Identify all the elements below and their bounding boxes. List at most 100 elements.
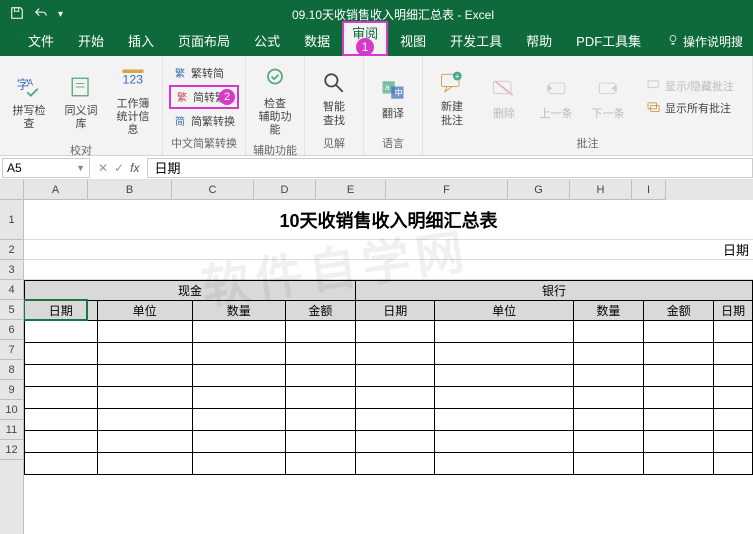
column-header-E[interactable]: E (316, 180, 386, 200)
column-label[interactable]: 日期 (25, 301, 98, 321)
cell[interactable] (644, 431, 714, 453)
cell[interactable] (714, 453, 753, 475)
cell[interactable] (97, 365, 192, 387)
column-label[interactable]: 日期 (714, 301, 753, 321)
row-header-5[interactable]: 5 (0, 300, 23, 320)
group-header-cash[interactable]: 现金 (25, 281, 356, 301)
traditional-to-simplified-button[interactable]: 繁繁转简 (169, 63, 239, 83)
cell[interactable] (356, 431, 435, 453)
cell[interactable] (192, 409, 285, 431)
save-icon[interactable] (10, 6, 24, 23)
cell[interactable] (25, 387, 98, 409)
cell[interactable] (285, 431, 355, 453)
row-3[interactable] (24, 260, 753, 280)
tab-help[interactable]: 帮助 (514, 25, 564, 56)
cell[interactable] (435, 343, 573, 365)
workbook-stats-button[interactable]: 123 工作簿 统计信息 (110, 60, 156, 140)
name-box[interactable]: A5 ▼ (2, 158, 90, 178)
cell[interactable] (573, 343, 643, 365)
cell[interactable] (285, 409, 355, 431)
column-header-D[interactable]: D (254, 180, 316, 200)
smart-lookup-button[interactable]: 智能 查找 (311, 63, 357, 129)
row-header-7[interactable]: 7 (0, 340, 23, 360)
column-label[interactable]: 日期 (356, 301, 435, 321)
translate-button[interactable]: a中 翻译 (370, 70, 416, 123)
cell[interactable] (192, 431, 285, 453)
column-label[interactable]: 数量 (573, 301, 643, 321)
cell[interactable] (714, 409, 753, 431)
cell[interactable] (573, 453, 643, 475)
cell[interactable] (435, 365, 573, 387)
tab-data[interactable]: 数据 (292, 25, 342, 56)
chevron-down-icon[interactable]: ▼ (76, 163, 85, 173)
column-header-C[interactable]: C (172, 180, 254, 200)
tab-view[interactable]: 视图 (388, 25, 438, 56)
show-hide-comment-button[interactable]: 显示/隐藏批注 (643, 76, 738, 96)
group-header-bank[interactable]: 银行 (356, 281, 753, 301)
cell[interactable] (356, 387, 435, 409)
row-header-8[interactable]: 8 (0, 360, 23, 380)
chinese-convert-custom-button[interactable]: 简简繁转换 (169, 111, 239, 131)
undo-icon[interactable] (34, 6, 48, 23)
cell[interactable] (573, 387, 643, 409)
row-2[interactable]: 日期 (24, 240, 753, 260)
tab-developer[interactable]: 开发工具 (438, 25, 514, 56)
row-header-6[interactable]: 6 (0, 320, 23, 340)
tab-pdf-tools[interactable]: PDF工具集 (564, 25, 653, 56)
fx-icon[interactable]: fx (130, 161, 139, 175)
cell[interactable] (285, 343, 355, 365)
formula-bar[interactable]: 日期 (147, 158, 753, 178)
column-label[interactable]: 金额 (644, 301, 714, 321)
tab-review[interactable]: 审阅 (342, 21, 388, 56)
row-header-10[interactable]: 10 (0, 400, 23, 420)
cell[interactable] (573, 321, 643, 343)
row-header-12[interactable]: 12 (0, 440, 23, 460)
cell[interactable] (435, 321, 573, 343)
column-label[interactable]: 单位 (435, 301, 573, 321)
cell[interactable] (573, 431, 643, 453)
select-all-corner[interactable] (0, 180, 24, 200)
cell[interactable] (97, 387, 192, 409)
tab-insert[interactable]: 插入 (116, 25, 166, 56)
cell[interactable] (25, 343, 98, 365)
cell[interactable] (25, 321, 98, 343)
check-accessibility-button[interactable]: 检查 辅助功能 (252, 60, 298, 140)
cell[interactable] (192, 453, 285, 475)
cell[interactable] (285, 321, 355, 343)
cell[interactable] (714, 387, 753, 409)
cell[interactable] (573, 409, 643, 431)
row-header-1[interactable]: 1 (0, 200, 23, 240)
row-header-3[interactable]: 3 (0, 260, 23, 280)
tab-file[interactable]: 文件 (16, 25, 66, 56)
cell[interactable] (97, 343, 192, 365)
cell[interactable] (97, 431, 192, 453)
cell[interactable] (644, 321, 714, 343)
cell[interactable] (356, 343, 435, 365)
row-header-9[interactable]: 9 (0, 380, 23, 400)
cell[interactable] (285, 453, 355, 475)
show-all-comments-button[interactable]: 显示所有批注 (643, 98, 738, 118)
sheet-title-cell[interactable]: 10天收销售收入明细汇总表 (24, 200, 753, 240)
column-header-A[interactable]: A (24, 180, 88, 200)
cell[interactable] (435, 431, 573, 453)
cell[interactable] (356, 365, 435, 387)
cell[interactable] (644, 365, 714, 387)
column-header-I[interactable]: I (632, 180, 666, 200)
redo-dropdown-icon[interactable]: ▾ (58, 9, 63, 20)
column-header-B[interactable]: B (88, 180, 172, 200)
column-label[interactable]: 数量 (192, 301, 285, 321)
cell[interactable] (644, 387, 714, 409)
cell[interactable] (644, 453, 714, 475)
row-header-4[interactable]: 4 (0, 280, 23, 300)
grid[interactable]: 10天收销售收入明细汇总表 日期 现金 银行 日期单位数量金额日期单位数量金额日… (24, 200, 753, 534)
simplified-to-traditional-button[interactable]: 繁简转繁 (169, 85, 239, 109)
cell[interactable] (435, 453, 573, 475)
cell[interactable] (192, 343, 285, 365)
tab-layout[interactable]: 页面布局 (166, 25, 242, 56)
tab-formulas[interactable]: 公式 (242, 25, 292, 56)
cell[interactable] (25, 365, 98, 387)
cell[interactable] (435, 409, 573, 431)
thesaurus-button[interactable]: 同义词库 (58, 67, 104, 133)
column-label[interactable]: 金额 (285, 301, 355, 321)
cell[interactable] (285, 387, 355, 409)
